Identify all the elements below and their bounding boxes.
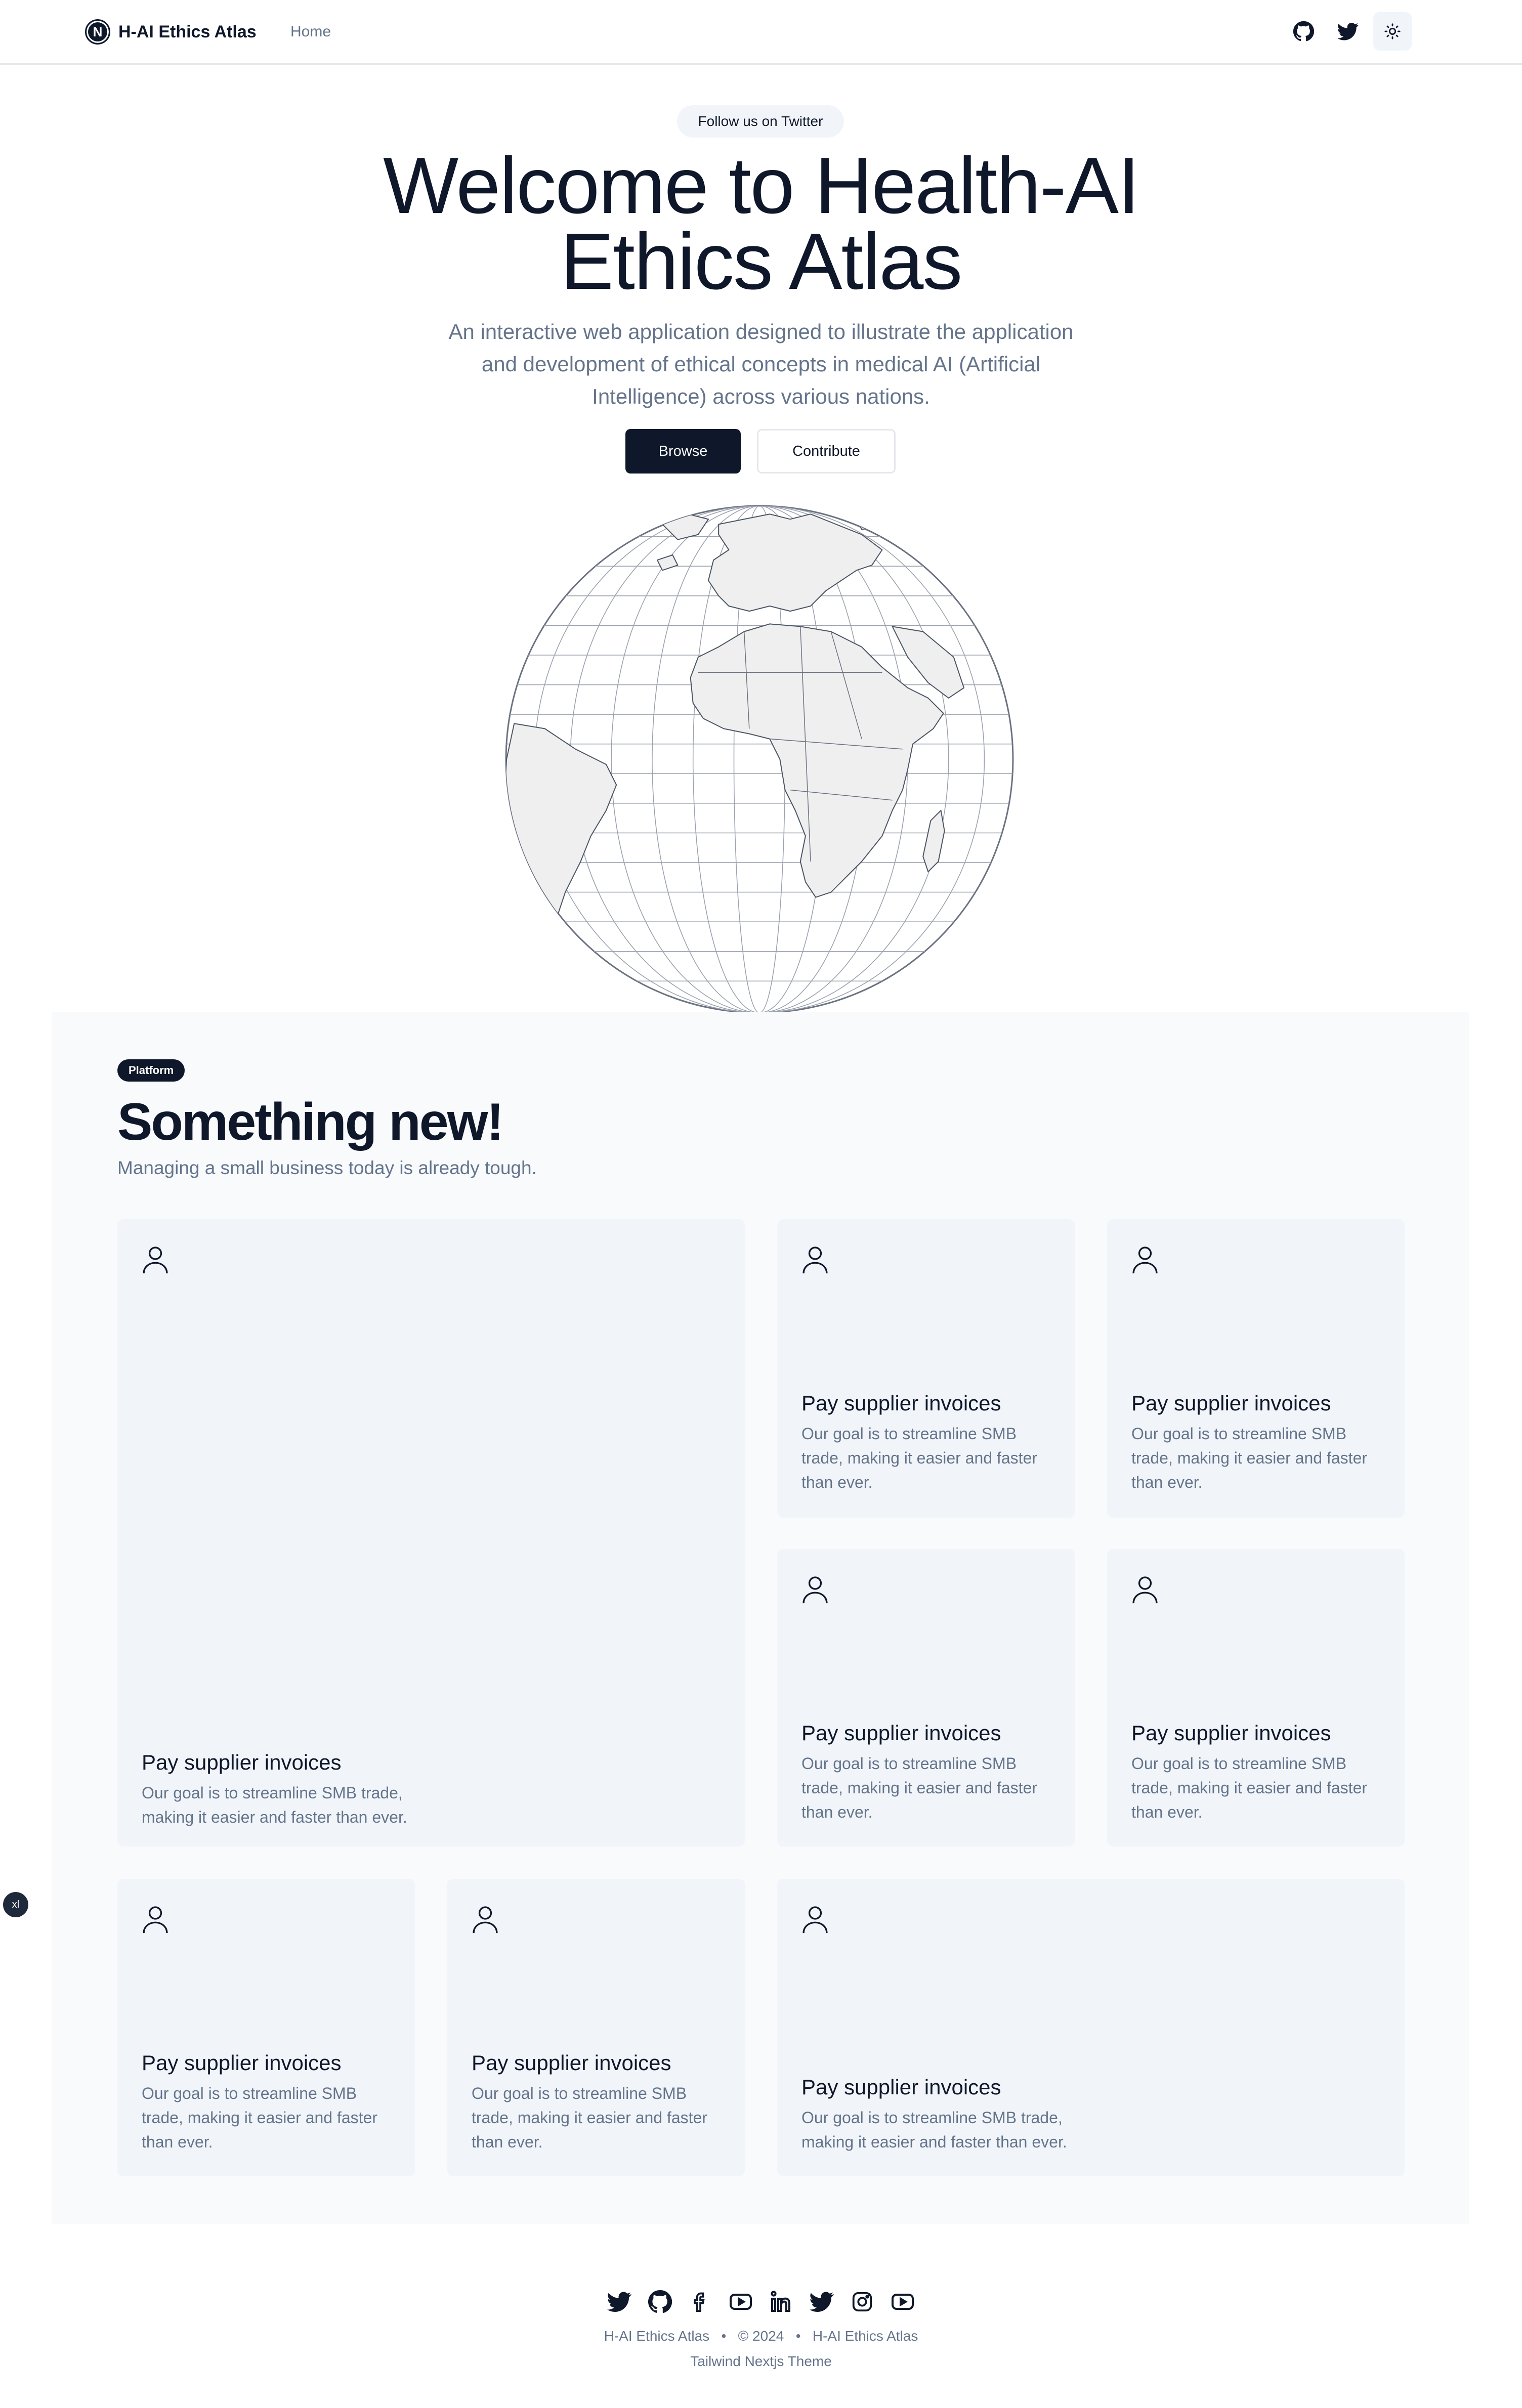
user-icon	[143, 1246, 168, 1274]
feature-card-text: Our goal is to streamline SMB trade, mak…	[142, 2084, 378, 2151]
breakpoint-badge[interactable]: xl	[3, 1892, 28, 1917]
feature-card[interactable]: Pay supplier invoices Our goal is to str…	[777, 1879, 1405, 2176]
user-icon	[143, 1906, 168, 1933]
feature-card-text: Our goal is to streamline SMB trade, mak…	[1131, 1425, 1368, 1491]
top-navbar: N H-AI Ethics Atlas Home	[0, 0, 1522, 65]
feature-card-title: Pay supplier invoices	[142, 2051, 342, 2075]
feature-card[interactable]: Pay supplier invoices Our goal is to str…	[1107, 1219, 1405, 1518]
footer-social-icons	[605, 2288, 917, 2316]
footer-separator: •	[795, 2328, 801, 2344]
feature-card-text: Our goal is to streamline SMB trade, mak…	[1131, 1754, 1368, 1821]
feature-card-title: Pay supplier invoices	[1131, 1391, 1331, 1415]
nav-link-home[interactable]: Home	[290, 23, 331, 40]
twitter-icon[interactable]	[808, 2288, 836, 2316]
contribute-button[interactable]: Contribute	[757, 429, 896, 474]
hero-title-line2: Ethics Atlas	[560, 217, 963, 306]
feature-card-title: Pay supplier invoices	[801, 2075, 1001, 2099]
footer-theme-credit: Tailwind Nextjs Theme	[0, 2353, 1522, 2370]
browse-button[interactable]: Browse	[625, 429, 741, 474]
feature-card-text: Our goal is to streamline SMB trade, mak…	[801, 1754, 1038, 1821]
theme-credit-link[interactable]: Tailwind Nextjs Theme	[690, 2353, 832, 2369]
sun-icon[interactable]	[1373, 12, 1412, 51]
world-globe[interactable]	[504, 504, 1015, 1015]
footer-copyright: © 2024	[738, 2328, 784, 2344]
linkedin-icon[interactable]	[767, 2288, 795, 2316]
github-icon[interactable]	[1284, 12, 1323, 51]
footer-site-link[interactable]: H-AI Ethics Atlas	[813, 2328, 918, 2344]
feature-card-text: Our goal is to streamline SMB trade, mak…	[801, 2109, 1067, 2151]
feature-card-title: Pay supplier invoices	[472, 2051, 671, 2075]
feature-card[interactable]: Pay supplier invoices Our goal is to str…	[1107, 1549, 1405, 1846]
user-icon	[802, 1906, 828, 1933]
feature-card-text: Our goal is to streamline SMB trade, mak…	[472, 2084, 708, 2151]
footer-meta: H-AI Ethics Atlas • © 2024 • H-AI Ethics…	[0, 2328, 1522, 2344]
hero-title: Welcome to Health-AI Ethics Atlas	[255, 146, 1267, 302]
footer-site-name: H-AI Ethics Atlas	[604, 2328, 710, 2344]
feature-card-title: Pay supplier invoices	[1131, 1721, 1331, 1745]
user-icon	[802, 1576, 828, 1604]
youtube-icon[interactable]	[727, 2288, 755, 2316]
features-section: Platform Something new! Managing a small…	[52, 1012, 1469, 2224]
user-icon	[473, 1906, 498, 1933]
features-title: Something new!	[117, 1093, 504, 1151]
facebook-icon[interactable]	[686, 2288, 714, 2316]
feature-card-title: Pay supplier invoices	[142, 1750, 342, 1774]
follow-twitter-pill[interactable]: Follow us on Twitter	[677, 105, 844, 138]
user-icon	[1132, 1576, 1158, 1604]
feature-card[interactable]: Pay supplier invoices Our goal is to str…	[777, 1219, 1075, 1518]
user-icon	[1132, 1246, 1158, 1274]
feature-card[interactable]: Pay supplier invoices Our goal is to str…	[117, 1879, 415, 2176]
github-icon[interactable]	[646, 2288, 674, 2316]
features-subtitle: Managing a small business today is alrea…	[117, 1157, 537, 1178]
twitter-icon[interactable]	[605, 2288, 633, 2316]
feature-card-title: Pay supplier invoices	[801, 1721, 1001, 1745]
hero-subtitle: An interactive web application designed …	[448, 320, 1074, 408]
brand-link[interactable]: N H-AI Ethics Atlas	[85, 19, 257, 45]
brand-logo: N	[85, 19, 110, 45]
platform-badge: Platform	[117, 1059, 185, 1082]
youtube-icon[interactable]	[889, 2288, 917, 2316]
feature-card-title: Pay supplier invoices	[801, 1391, 1001, 1415]
twitter-icon[interactable]	[1329, 12, 1367, 51]
nav-icon-group	[1284, 12, 1412, 51]
feature-card[interactable]: Pay supplier invoices Our goal is to str…	[447, 1879, 745, 2176]
feature-card-text: Our goal is to streamline SMB trade, mak…	[142, 1784, 407, 1826]
user-icon	[802, 1246, 828, 1274]
feature-card[interactable]: Pay supplier invoices Our goal is to str…	[117, 1219, 745, 1846]
feature-card[interactable]: Pay supplier invoices Our goal is to str…	[777, 1549, 1075, 1846]
instagram-icon[interactable]	[848, 2288, 876, 2316]
feature-card-text: Our goal is to streamline SMB trade, mak…	[801, 1425, 1038, 1491]
brand-name: H-AI Ethics Atlas	[118, 22, 257, 41]
footer-separator: •	[721, 2328, 727, 2344]
